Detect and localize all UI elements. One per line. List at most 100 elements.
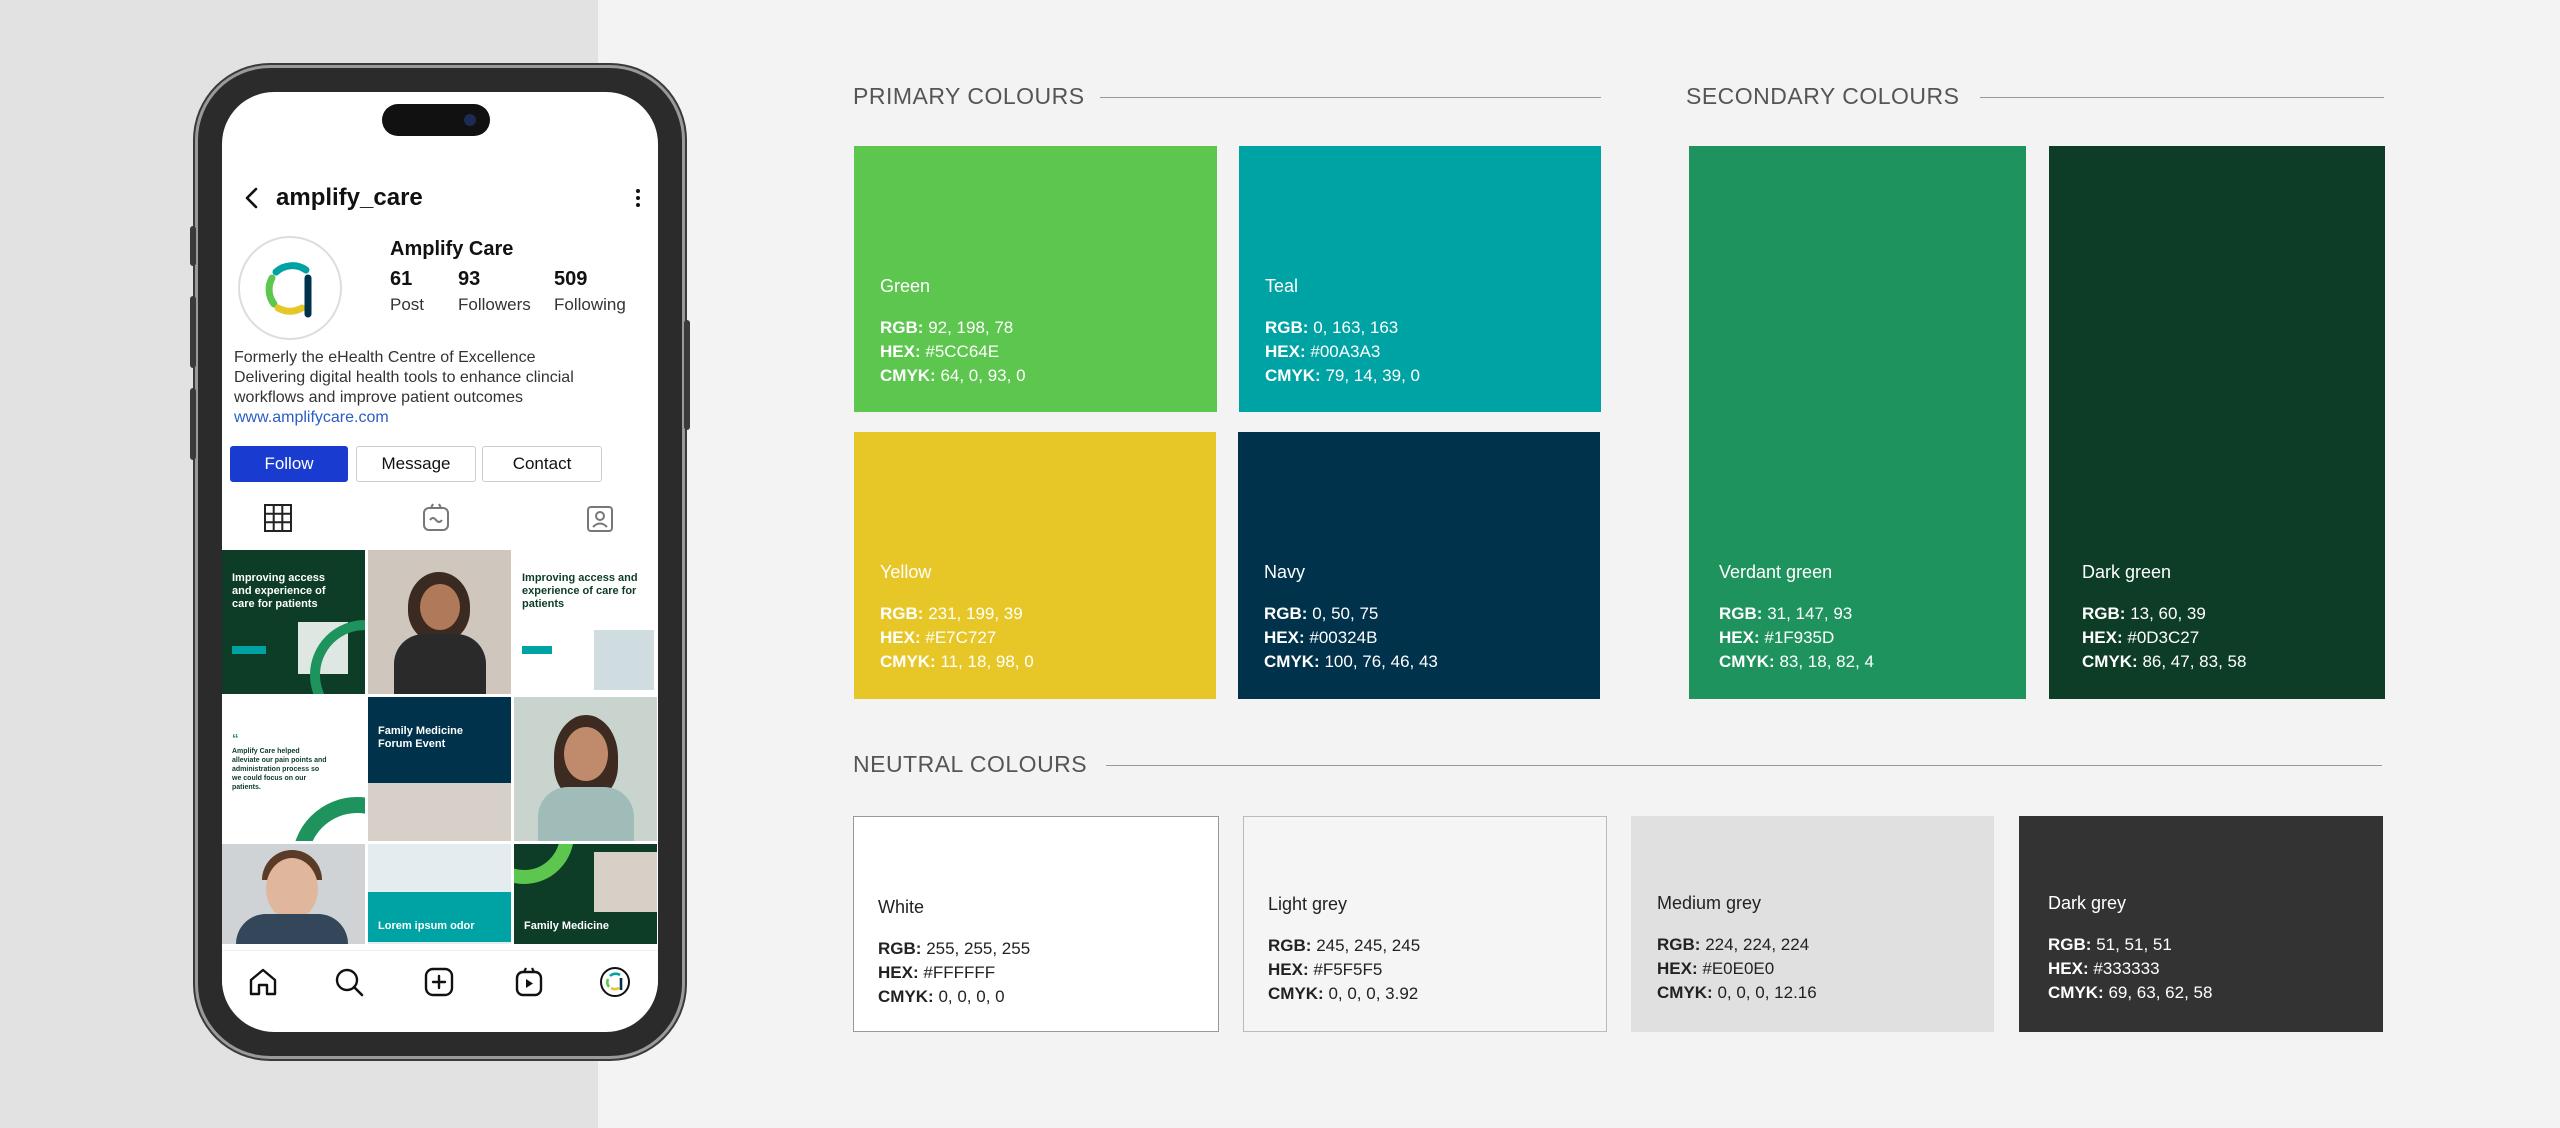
profile-header: amplify_care: [222, 178, 658, 218]
more-icon[interactable]: [632, 184, 644, 212]
profile-display-name: Amplify Care: [390, 238, 514, 260]
swatch-navy: Navy RGB: 0, 50, 75 HEX: #00324B CMYK: 1…: [1238, 432, 1600, 699]
tagged-icon[interactable]: [584, 502, 616, 534]
phone-action-button: [190, 226, 196, 266]
post-7-body: [236, 914, 348, 944]
reels-nav-icon[interactable]: [512, 965, 546, 999]
stat-following[interactable]: 509 Following: [554, 268, 626, 315]
secondary-colours-heading: SECONDARY COLOURS: [1686, 83, 1960, 109]
contact-button[interactable]: Contact: [482, 446, 602, 482]
swatch-darkgreen-name: Dark green: [2082, 562, 2172, 582]
swatch-teal-cmyk-value: 79, 14, 39, 0: [1325, 366, 1420, 385]
post-2-face: [420, 584, 460, 630]
cmyk-label: CMYK:: [1719, 652, 1775, 671]
swatch-mediumgrey-hex: HEX: #E0E0E0: [1657, 959, 1774, 979]
profile-tabs: [222, 492, 658, 542]
phone-screen: amplify_care Amplify Care 61 Post 93 Follo…: [222, 92, 658, 1032]
swatch-teal-rgb-value: 0, 163, 163: [1313, 318, 1399, 337]
cmyk-label: CMYK:: [2082, 652, 2138, 671]
grid-icon[interactable]: [262, 502, 294, 534]
post-7-face: [266, 858, 318, 920]
post-9-arc: [514, 844, 574, 884]
swatch-darkgrey-hex-value: #333333: [2093, 959, 2160, 978]
swatch-white-rgb-value: 255, 255, 255: [926, 939, 1031, 958]
swatch-navy-name: Navy: [1264, 562, 1306, 582]
bio-line-3: workflows and improve patient outcomes: [234, 389, 524, 406]
swatch-darkgrey-cmyk-value: 69, 63, 62, 58: [2108, 983, 2213, 1002]
message-button[interactable]: Message: [356, 446, 476, 482]
swatch-navy-hex: HEX: #00324B: [1264, 628, 1377, 648]
swatch-teal-hex-value: #00A3A3: [1310, 342, 1381, 361]
rgb-label: RGB:: [2082, 604, 2126, 623]
phone-volume-up-button: [190, 296, 196, 368]
swatch-yellow-hex: HEX: #E7C727: [880, 628, 996, 648]
swatch-darkgreen-hex-value: #0D3C27: [2127, 628, 2200, 647]
swatch-yellow-cmyk: CMYK: 11, 18, 98, 0: [880, 652, 1034, 672]
primary-divider: [1100, 97, 1601, 98]
swatch-yellow-cmyk-value: 11, 18, 98, 0: [940, 652, 1034, 671]
follow-button[interactable]: Follow: [230, 446, 348, 482]
swatch-green-cmyk-value: 64, 0, 93, 0: [940, 366, 1026, 385]
post-tile-3[interactable]: Improving access and experience of care …: [514, 550, 657, 694]
stat-followers[interactable]: 93 Followers: [458, 268, 531, 315]
swatch-verdant-hex: HEX: #1F935D: [1719, 628, 1834, 648]
hex-label: HEX:: [2082, 628, 2123, 647]
post-6-face: [564, 727, 608, 781]
rgb-label: RGB:: [878, 939, 922, 958]
profile-username: amplify_care: [276, 184, 423, 211]
cmyk-label: CMYK:: [1265, 366, 1321, 385]
hex-label: HEX:: [1719, 628, 1760, 647]
swatch-green: Green RGB: 92, 198, 78 HEX: #5CC64E CMYK…: [854, 146, 1217, 412]
post-8-band: [368, 892, 511, 942]
cmyk-label: CMYK:: [1657, 983, 1713, 1002]
bottom-nav: [222, 950, 658, 1010]
swatch-teal-hex: HEX: #00A3A3: [1265, 342, 1380, 362]
stat-posts-count: 61: [390, 268, 413, 290]
profile-icon[interactable]: [598, 965, 632, 999]
swatch-mediumgrey-cmyk: CMYK: 0, 0, 0, 12.16: [1657, 983, 1817, 1003]
stat-following-label: Following: [554, 295, 626, 314]
swatch-yellow-hex-value: #E7C727: [925, 628, 997, 647]
swatch-verdant-cmyk: CMYK: 83, 18, 82, 4: [1719, 652, 1874, 672]
swatch-white-cmyk-value: 0, 0, 0, 0: [938, 987, 1005, 1006]
phone-volume-down-button: [190, 388, 196, 460]
swatch-white-cmyk: CMYK: 0, 0, 0, 0: [878, 987, 1005, 1007]
post-tile-6[interactable]: [514, 697, 657, 841]
swatch-darkgreen-hex: HEX: #0D3C27: [2082, 628, 2199, 648]
add-icon[interactable]: [422, 965, 456, 999]
swatch-yellow: Yellow RGB: 231, 199, 39 HEX: #E7C727 CM…: [854, 432, 1216, 699]
home-icon[interactable]: [246, 965, 280, 999]
swatch-medium-grey: Medium grey RGB: 224, 224, 224 HEX: #E0E…: [1631, 816, 1994, 1032]
bio-website-link[interactable]: www.amplifycare.com: [234, 408, 644, 428]
post-tile-9[interactable]: Family Medicine: [514, 844, 657, 944]
swatch-darkgreen-rgb-value: 13, 60, 39: [2130, 604, 2206, 623]
swatch-darkgrey-cmyk: CMYK: 69, 63, 62, 58: [2048, 983, 2212, 1003]
swatch-white-hex: HEX: #FFFFFF: [878, 963, 995, 983]
post-tile-4[interactable]: “ Amplify Care helped alleviate our pain…: [222, 697, 365, 841]
swatch-verdant-cmyk-value: 83, 18, 82, 4: [1779, 652, 1874, 671]
swatch-teal-rgb: RGB: 0, 163, 163: [1265, 318, 1398, 338]
swatch-navy-hex-value: #00324B: [1309, 628, 1378, 647]
swatch-lightgrey-cmyk: CMYK: 0, 0, 0, 3.92: [1268, 984, 1418, 1004]
reels-icon[interactable]: [420, 502, 452, 534]
swatch-mediumgrey-cmyk-value: 0, 0, 0, 12.16: [1717, 983, 1817, 1002]
hex-label: HEX:: [878, 963, 919, 982]
cmyk-label: CMYK:: [880, 366, 936, 385]
post-tile-5[interactable]: Family Medicine Forum Event: [368, 697, 511, 841]
hex-label: HEX:: [880, 628, 921, 647]
post-tile-2[interactable]: [368, 550, 511, 694]
post-tile-8[interactable]: Lorem ipsum odor: [368, 844, 511, 944]
search-icon[interactable]: [332, 965, 366, 999]
swatch-verdant-hex-value: #1F935D: [1764, 628, 1835, 647]
swatch-lightgrey-name: Light grey: [1268, 894, 1348, 914]
post-9-photo: [594, 852, 657, 912]
post-tile-7[interactable]: [222, 844, 365, 944]
post-tile-1[interactable]: Improving access and experience of care …: [222, 550, 365, 694]
swatch-mediumgrey-name: Medium grey: [1657, 893, 1762, 913]
back-icon[interactable]: [238, 184, 266, 212]
stat-posts[interactable]: 61 Post: [390, 268, 424, 315]
post-2-body: [394, 634, 486, 694]
profile-bio: Formerly the eHealth Centre of Excellenc…: [234, 348, 644, 428]
avatar[interactable]: [238, 236, 342, 340]
post-3-cta: [522, 646, 552, 654]
